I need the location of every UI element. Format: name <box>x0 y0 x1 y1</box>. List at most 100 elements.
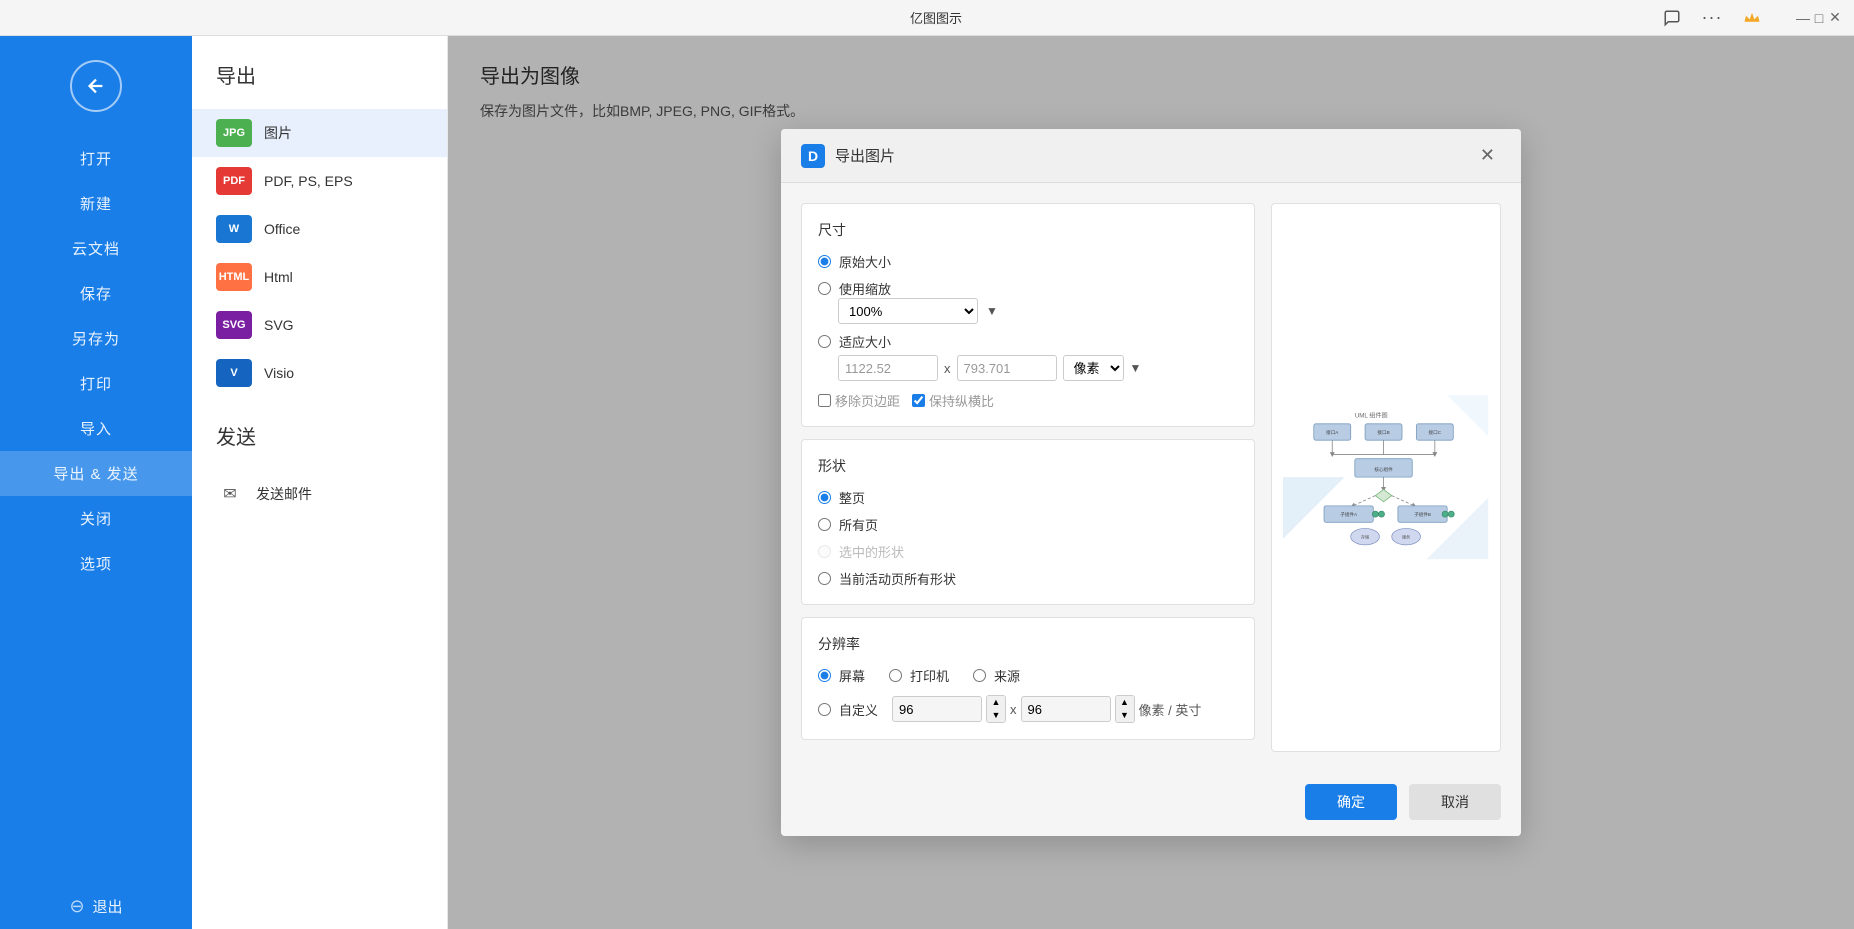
resolution-option-screen[interactable]: 屏幕 <box>818 666 865 685</box>
sidebar-item-print[interactable]: 打印 <box>0 361 192 406</box>
title-bar: 亿图图示 ··· — □ ✕ <box>0 0 1854 36</box>
shape-radio-whole[interactable] <box>818 491 831 504</box>
sidebar-item-open[interactable]: 打开 <box>0 136 192 181</box>
sidebar-menu: 打开 新建 云文档 保存 另存为 打印 导入 导出 & 发送 <box>0 136 192 586</box>
resolution-width-down[interactable]: ▼ <box>987 709 1005 722</box>
preview-box: UML 组件图 接口A 接口B 接口C <box>1271 203 1501 752</box>
confirm-button[interactable]: 确定 <box>1305 784 1397 820</box>
size-option-scale[interactable]: 使用缩放 <box>818 279 1238 298</box>
resolution-label-custom: 自定义 <box>839 700 878 719</box>
sidebar-item-options[interactable]: 选项 <box>0 541 192 586</box>
resolution-section-title: 分辨率 <box>818 634 1238 654</box>
shape-section-title: 形状 <box>818 456 1238 476</box>
resolution-option-custom[interactable]: 自定义 <box>818 700 878 719</box>
more-icon[interactable]: ··· <box>1700 6 1724 30</box>
nav-icon-office: W <box>216 215 252 243</box>
size-radio-scale[interactable] <box>818 282 831 295</box>
nav-item-image[interactable]: JPG 图片 <box>192 109 447 157</box>
resolution-option-source[interactable]: 来源 <box>973 666 1020 685</box>
shape-label-whole: 整页 <box>839 488 865 507</box>
height-input[interactable] <box>957 355 1057 381</box>
remove-margin-label[interactable]: 移除页边距 <box>818 391 900 410</box>
sidebar-item-saveas[interactable]: 另存为 <box>0 316 192 361</box>
width-input[interactable] <box>838 355 938 381</box>
resolution-radio-screen[interactable] <box>818 669 831 682</box>
close-button[interactable]: ✕ <box>1828 11 1842 25</box>
size-radio-group: 原始大小 使用缩放 <box>818 252 1238 381</box>
dialog-close-button[interactable]: ✕ <box>1474 143 1501 168</box>
sidebar-item-new[interactable]: 新建 <box>0 181 192 226</box>
resolution-radio-custom[interactable] <box>818 703 831 716</box>
dialog-body: 尺寸 原始大小 <box>781 183 1521 772</box>
resolution-height-spinner[interactable]: ▲ ▼ <box>1115 695 1135 723</box>
nav-item-visio[interactable]: V Visio <box>192 349 447 397</box>
remove-margin-checkbox[interactable] <box>818 394 831 407</box>
shape-label-all: 所有页 <box>839 515 878 534</box>
unit-select[interactable]: 像素 <box>1063 355 1124 381</box>
sidebar-item-import[interactable]: 导入 <box>0 406 192 451</box>
resolution-x-separator: x <box>1010 702 1017 717</box>
size-label-scale: 使用缩放 <box>839 279 891 298</box>
sidebar-item-exit[interactable]: ⊖ 退出 <box>0 884 192 929</box>
diagram-preview-svg: UML 组件图 接口A 接口B 接口C <box>1283 231 1488 723</box>
size-option-original[interactable]: 原始大小 <box>818 252 1238 271</box>
dialog-left: 尺寸 原始大小 <box>801 203 1255 752</box>
sidebar-item-close[interactable]: 关闭 <box>0 496 192 541</box>
nav-item-pdf[interactable]: PDF PDF, PS, EPS <box>192 157 447 205</box>
svg-text:UML 组件图: UML 组件图 <box>1355 412 1388 420</box>
nav-item-svg[interactable]: SVG SVG <box>192 301 447 349</box>
cancel-button[interactable]: 取消 <box>1409 784 1501 820</box>
nav-item-html[interactable]: HTML Html <box>192 253 447 301</box>
send-item-email[interactable]: ✉ 发送邮件 <box>192 470 447 518</box>
minimize-button[interactable]: — <box>1796 11 1810 25</box>
svg-text:子组件B: 子组件B <box>1414 511 1431 518</box>
shape-option-selected[interactable]: 选中的形状 <box>818 542 1238 561</box>
resolution-option-printer[interactable]: 打印机 <box>889 666 949 685</box>
shape-label-current-all: 当前活动页所有形状 <box>839 569 956 588</box>
size-radio-fit[interactable] <box>818 335 831 348</box>
svg-text:接口C: 接口C <box>1429 429 1442 436</box>
back-button[interactable] <box>70 60 122 112</box>
resolution-radio-printer[interactable] <box>889 669 902 682</box>
shape-radio-current-all[interactable] <box>818 572 831 585</box>
nav-item-office[interactable]: W Office <box>192 205 447 253</box>
size-section-title: 尺寸 <box>818 220 1238 240</box>
scale-select[interactable]: 100% <box>838 298 978 324</box>
custom-resolution-row: 自定义 ▲ ▼ x <box>818 695 1238 723</box>
shape-option-whole[interactable]: 整页 <box>818 488 1238 507</box>
maximize-button[interactable]: □ <box>1812 11 1826 25</box>
resolution-height-input[interactable] <box>1021 696 1111 722</box>
resolution-radio-source[interactable] <box>973 669 986 682</box>
dialog-header: D 导出图片 ✕ <box>781 129 1521 183</box>
svg-text:子组件A: 子组件A <box>1341 511 1359 518</box>
dropdown-arrow-icon: ▼ <box>986 304 998 318</box>
size-section: 尺寸 原始大小 <box>801 203 1255 427</box>
shape-radio-all[interactable] <box>818 518 831 531</box>
resolution-section: 分辨率 屏幕 打印机 <box>801 617 1255 740</box>
shape-section: 形状 整页 所有页 <box>801 439 1255 605</box>
chat-icon[interactable] <box>1660 6 1684 30</box>
svg-text:服务: 服务 <box>1402 534 1410 540</box>
size-radio-original[interactable] <box>818 255 831 268</box>
sidebar-item-cloud[interactable]: 云文档 <box>0 226 192 271</box>
resolution-width-spinner[interactable]: ▲ ▼ <box>986 695 1006 723</box>
sidebar-item-save[interactable]: 保存 <box>0 271 192 316</box>
dialog-title: 导出图片 <box>835 145 895 166</box>
resolution-height-down[interactable]: ▼ <box>1116 709 1134 722</box>
size-option-fit[interactable]: 适应大小 <box>818 332 1238 351</box>
email-icon: ✉ <box>216 480 244 508</box>
sidebar-item-export[interactable]: 导出 & 发送 <box>0 451 192 496</box>
shape-option-current-all[interactable]: 当前活动页所有形状 <box>818 569 1238 588</box>
shape-label-selected: 选中的形状 <box>839 542 904 561</box>
svg-text:核心组件: 核心组件 <box>1375 466 1394 473</box>
shape-option-all[interactable]: 所有页 <box>818 515 1238 534</box>
resolution-height-up[interactable]: ▲ <box>1116 696 1134 709</box>
resolution-width-input[interactable] <box>892 696 982 722</box>
send-section-title: 发送 <box>192 413 447 470</box>
keep-ratio-label[interactable]: 保持纵横比 <box>912 391 994 410</box>
export-panel: 导出 JPG 图片 PDF PDF, PS, EPS W <box>192 36 1854 929</box>
size-option-scale-row: 使用缩放 100% ▼ <box>818 279 1238 324</box>
resolution-width-up[interactable]: ▲ <box>987 696 1005 709</box>
keep-ratio-checkbox[interactable] <box>912 394 925 407</box>
crown-icon[interactable] <box>1740 6 1764 30</box>
